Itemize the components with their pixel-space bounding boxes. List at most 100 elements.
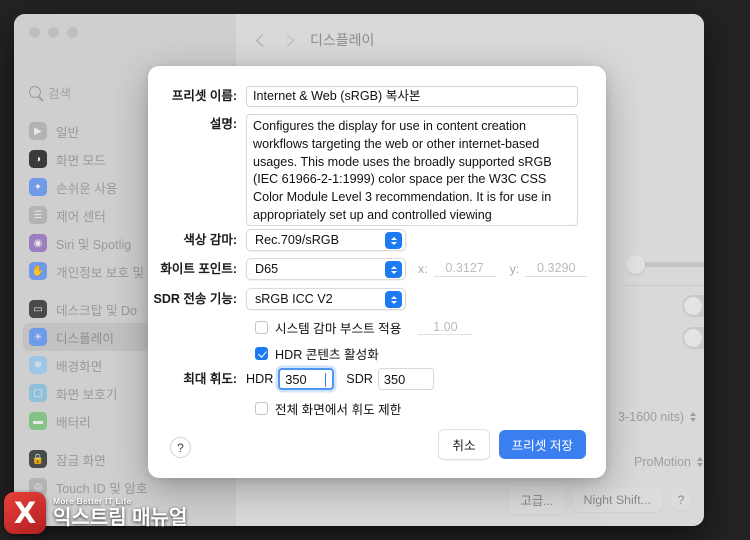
hdr-luminance-label: HDR [246,372,274,386]
color-gamma-value: Rec.709/sRGB [255,233,339,247]
preset-name-input[interactable]: Internet & Web (sRGB) 복사본 [246,86,578,107]
x-coordinate-input[interactable]: 0.3127 [433,261,496,277]
wallpaper-icon: ❄ [29,356,47,374]
control-center-icon: ☰ [29,206,47,224]
save-preset-button[interactable]: 프리셋 저장 [498,430,586,459]
accessibility-icon: ✦ [29,178,47,196]
desktop-dock-icon: ▭ [29,300,47,318]
fullscreen-limit-checkbox[interactable] [255,402,268,415]
display-icon: ☀ [29,328,47,346]
max-luminance-row: 최대 휘도: HDR 350 SDR 350 [148,368,434,390]
sdr-transfer-row: SDR 전송 기능: sRGB ICC V2 [148,288,406,310]
panel-divider [624,285,704,286]
sheet-actions: 취소 프리셋 저장 [438,429,586,460]
sdr-luminance-label: SDR [346,372,373,386]
hdr-content-label: HDR 콘텐츠 활성화 [275,348,379,362]
white-point-coordinates: x: 0.3127 y: 0.3290 [418,261,588,277]
sidebar-item-label: 디스플레이 [56,331,114,346]
color-gamma-label: 색상 감마: [183,233,237,247]
chevron-left-icon[interactable] [256,33,269,47]
toggle-true-tone[interactable] [682,327,704,349]
toolbar: 디스플레이 [236,14,704,66]
refresh-rate-value: ProMotion [634,455,691,469]
watermark-title: 익스트림 매뉴얼 [53,506,188,529]
description-label: 설명: [209,117,237,131]
refresh-rate-popup[interactable]: ProMotion [634,455,703,469]
fullscreen-limit-row[interactable]: 전체 화면에서 휘도 제한 [255,399,401,418]
hdr-range-value: 3-1600 nits) [618,410,685,424]
watermark: X More Better IT Life 익스트림 매뉴얼 [4,492,187,534]
toggle-auto-brightness[interactable] [682,295,704,317]
privacy-icon: ✋ [29,262,47,280]
preset-name-row: 프리셋 이름: Internet & Web (sRGB) 복사본 [148,86,578,107]
gear-icon: ▶ [29,122,47,140]
fullscreen-limit-label: 전체 화면에서 휘도 제한 [275,403,402,417]
search-placeholder: 검색 [48,86,72,101]
appearance-icon: ◑ [29,150,47,168]
y-coordinate-input[interactable]: 0.3290 [525,261,588,277]
sidebar-item-label: Siri 및 Spotlig [56,237,132,252]
sidebar-item-label: 개인정보 보호 및 [56,265,145,280]
screensaver-icon: ▢ [29,384,47,402]
gamma-boost-row[interactable]: 시스템 감마 부스트 적용 1.00 [255,318,473,337]
chevron-updown-icon[interactable] [385,261,402,278]
minimize-window-button[interactable] [48,27,59,38]
description-textarea[interactable]: Configures the display for use in conten… [246,114,578,226]
sidebar-item-label: 데스크탑 및 Do [56,303,138,318]
close-window-button[interactable] [29,27,40,38]
watermark-text: More Better IT Life 익스트림 매뉴얼 [53,497,187,529]
sheet-help-button[interactable]: ? [170,437,191,458]
sdr-transfer-value: sRGB ICC V2 [255,292,333,306]
preset-editor-sheet: 프리셋 이름: Internet & Web (sRGB) 복사본 설명: Co… [148,66,606,478]
sidebar-item-label: 잠금 화면 [56,453,106,468]
hdr-luminance-value: 350 [285,371,307,387]
sidebar-item-label: 일반 [56,125,80,140]
slider-knob[interactable] [626,255,645,274]
watermark-tagline: More Better IT Life [53,496,132,507]
x-coordinate-label: x: [418,262,428,276]
gamma-boost-input[interactable]: 1.00 [418,320,473,335]
white-point-label: 화이트 포인트: [160,262,237,276]
siri-icon: ◉ [29,234,47,252]
sidebar-item-label: 손쉬운 사용 [56,181,118,196]
sidebar-item-label: 화면 보호기 [56,387,118,402]
gamma-boost-checkbox[interactable] [255,321,268,334]
chevron-right-icon[interactable] [281,33,294,47]
page-title: 디스플레이 [310,32,375,48]
description-row: 설명: Configures the display for use in co… [148,114,578,226]
lock-screen-icon: 🔒 [29,450,47,468]
chevron-updown-icon [690,412,697,422]
preset-name-label: 프리셋 이름: [171,89,237,103]
hdr-content-row[interactable]: HDR 콘텐츠 활성화 [255,344,379,363]
sidebar-item-label: 제어 센터 [56,209,106,224]
chevron-updown-icon[interactable] [385,232,402,249]
max-luminance-label: 최대 휘도: [183,372,237,386]
sidebar-item-label: 화면 모드 [56,153,106,168]
white-point-row: 화이트 포인트: D65 x: 0.3127 y: 0.3290 [148,258,588,280]
sidebar-item-label: 배경화면 [56,359,103,374]
text-caret [324,373,327,387]
window-help-button[interactable]: ? [670,489,692,511]
battery-icon: ▬ [29,412,47,430]
hdr-luminance-input[interactable]: 350 [278,368,335,390]
sdr-luminance-input[interactable]: 350 [377,368,434,390]
sidebar-item-label: 배터리 [56,415,91,430]
y-coordinate-label: y: [509,262,520,276]
chevron-updown-icon [696,457,703,467]
cancel-button[interactable]: 취소 [438,429,490,460]
maximize-window-button[interactable] [67,27,78,38]
color-gamma-select[interactable]: Rec.709/sRGB [246,229,406,251]
white-point-select[interactable]: D65 [246,258,406,280]
sdr-transfer-select[interactable]: sRGB ICC V2 [246,288,406,310]
color-gamma-row: 색상 감마: Rec.709/sRGB [148,229,406,251]
gamma-boost-label: 시스템 감마 부스트 적용 [275,322,402,336]
night-shift-button[interactable]: Night Shift... [572,488,662,512]
chevron-updown-icon[interactable] [385,291,402,308]
brightness-slider[interactable] [626,254,704,274]
window-traffic-lights[interactable] [29,27,78,38]
hdr-content-checkbox[interactable] [255,347,268,360]
white-point-value: D65 [255,262,279,276]
advanced-button[interactable]: 고급... [509,486,565,514]
window-bottom-bar: 고급... Night Shift... ? [509,486,692,514]
hdr-range-popup[interactable]: 3-1600 nits) [618,410,697,424]
